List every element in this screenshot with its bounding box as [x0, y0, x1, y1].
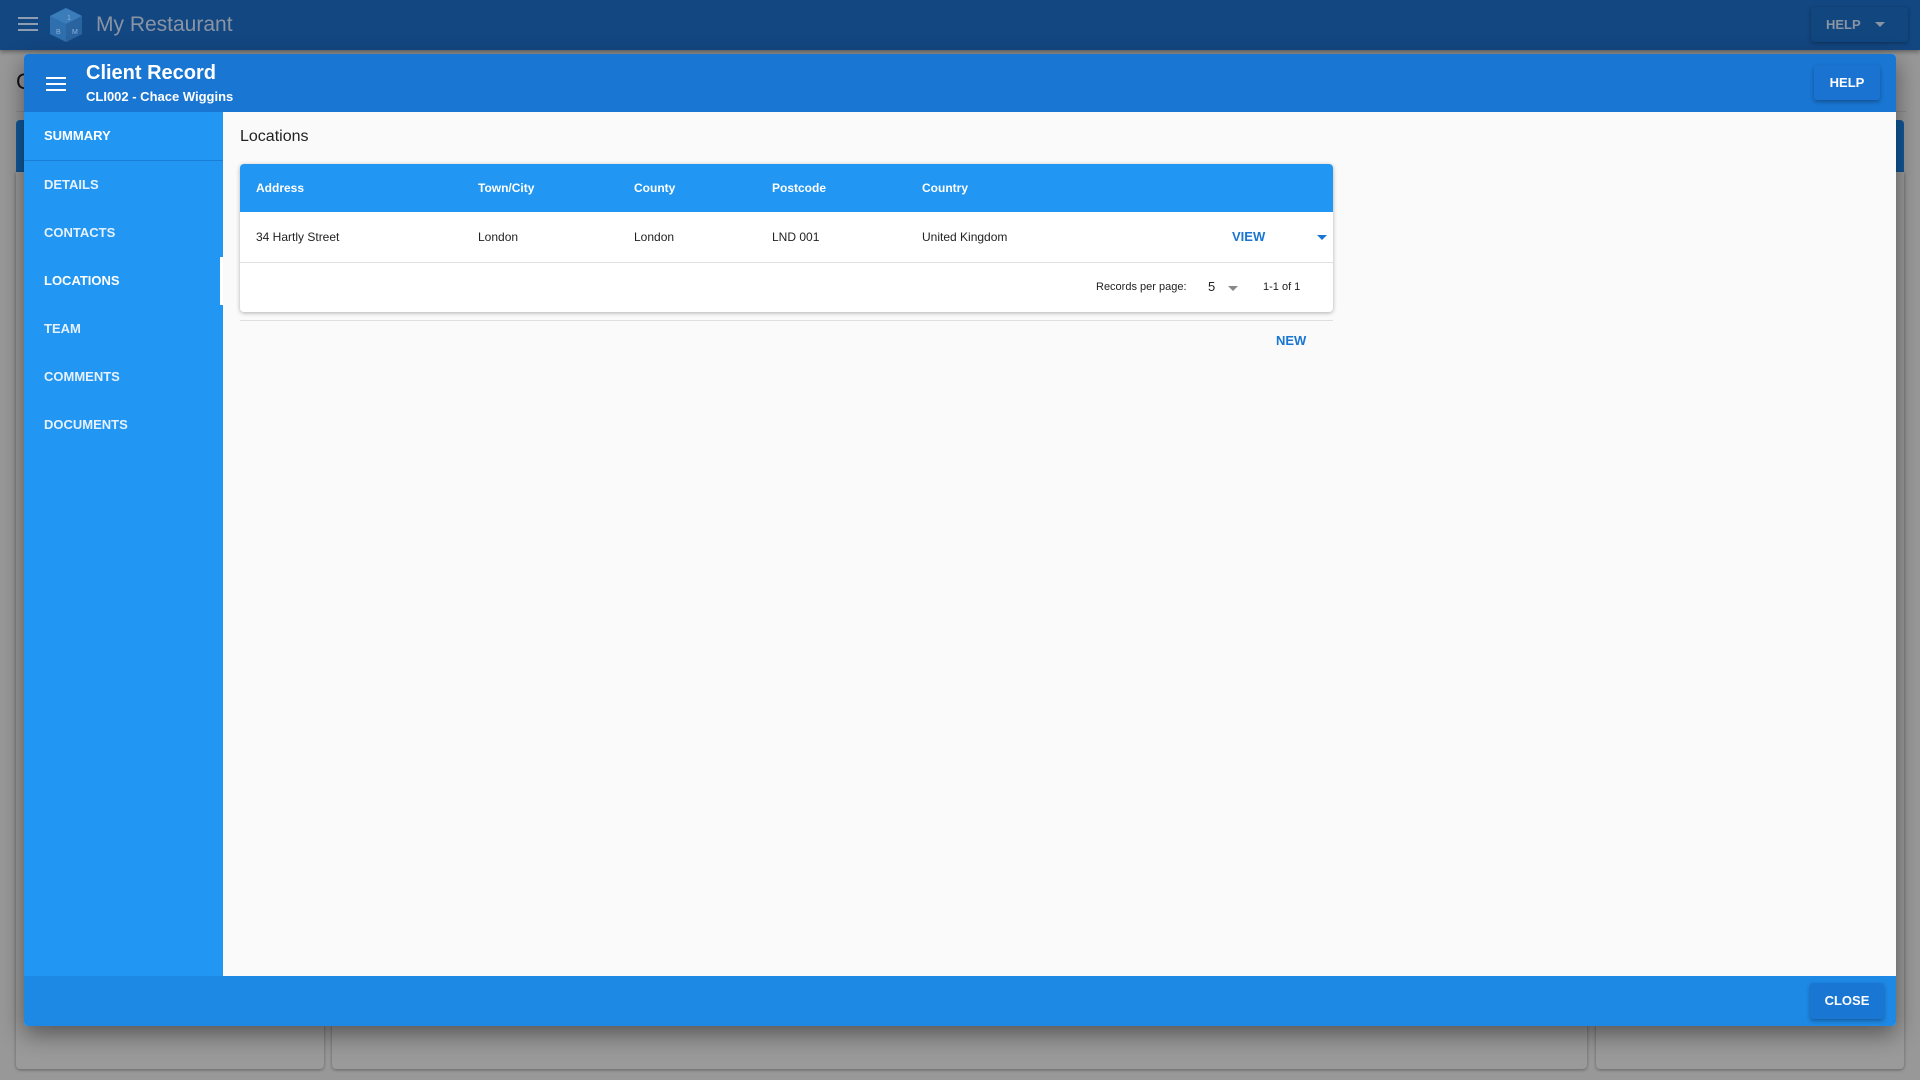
table-pagination: Records per page: 5 1-1 of 1	[240, 263, 1333, 312]
divider	[240, 320, 1333, 321]
cell-county: London	[634, 230, 675, 244]
sidebar-item-locations[interactable]: LOCATIONS	[24, 257, 223, 305]
dialog-subtitle: CLI002 - Chace Wiggins	[86, 89, 234, 104]
close-button[interactable]: CLOSE	[1810, 983, 1884, 1019]
cell-postcode: LND 001	[772, 230, 820, 244]
new-location-button[interactable]: NEW	[1276, 333, 1306, 348]
app-bar: 1 B M My Restaurant HELP	[0, 0, 1920, 50]
row-actions-dropdown-icon[interactable]	[1317, 235, 1327, 240]
column-header-county[interactable]: County	[634, 181, 675, 195]
sidebar-item-contacts[interactable]: CONTACTS	[24, 209, 223, 257]
table-header: Address Town/City County Postcode Countr…	[240, 164, 1333, 212]
cell-town: London	[478, 230, 519, 244]
dialog-footer: CLOSE	[24, 976, 1896, 1026]
cell-country: United Kingdom	[922, 230, 1008, 244]
chevron-down-icon[interactable]	[1228, 286, 1238, 291]
sidebar-item-team[interactable]: TEAM	[24, 305, 223, 353]
locations-panel: Locations Address Town/City County Postc…	[223, 112, 1896, 976]
app-title: My Restaurant	[96, 13, 233, 36]
column-header-country[interactable]: Country	[922, 181, 968, 195]
dialog-title: Client Record	[86, 62, 217, 84]
sidebar-item-details[interactable]: DETAILS	[24, 161, 223, 209]
svg-text:1: 1	[67, 15, 71, 22]
app-help-label: HELP	[1826, 17, 1861, 32]
svg-text:M: M	[72, 29, 78, 36]
dialog-menu-icon[interactable]	[46, 77, 66, 91]
column-header-town[interactable]: Town/City	[478, 181, 534, 195]
column-header-postcode[interactable]: Postcode	[772, 181, 826, 195]
app-help-button[interactable]: HELP	[1811, 7, 1908, 42]
app-menu-icon[interactable]	[18, 17, 38, 31]
section-title: Locations	[240, 128, 309, 145]
cell-address: 34 Hartly Street	[256, 230, 340, 244]
dialog-help-button[interactable]: HELP	[1814, 65, 1880, 100]
dialog-header: Client Record CLI002 - Chace Wiggins HEL…	[24, 54, 1896, 112]
sidebar-item-summary[interactable]: SUMMARY	[24, 112, 223, 161]
svg-text:B: B	[56, 29, 61, 36]
client-record-dialog: Client Record CLI002 - Chace Wiggins HEL…	[24, 54, 1896, 1026]
records-per-page-select[interactable]: 5	[1208, 279, 1215, 294]
sidebar-item-label: SUMMARY	[44, 128, 111, 143]
sidebar-item-label: DOCUMENTS	[44, 417, 128, 432]
sidebar-item-label: LOCATIONS	[44, 273, 120, 288]
sidebar-item-label: COMMENTS	[44, 369, 120, 384]
table-row[interactable]: 34 Hartly Street London London LND 001 U…	[240, 212, 1333, 263]
pagination-range: 1-1 of 1	[1263, 281, 1301, 293]
view-button[interactable]: VIEW	[1232, 229, 1265, 244]
app-logo-icon: 1 B M	[50, 8, 82, 42]
sidebar-item-label: DETAILS	[44, 177, 99, 192]
sidebar-item-label: CONTACTS	[44, 225, 116, 240]
sidebar-item-documents[interactable]: DOCUMENTS	[24, 401, 223, 449]
chevron-down-icon	[1875, 22, 1885, 27]
locations-table: Address Town/City County Postcode Countr…	[240, 164, 1333, 312]
sidebar-item-label: TEAM	[44, 321, 81, 336]
records-per-page-label: Records per page:	[1096, 281, 1187, 293]
sidebar-item-comments[interactable]: COMMENTS	[24, 353, 223, 401]
column-header-address[interactable]: Address	[256, 181, 304, 195]
dialog-sidebar: SUMMARY DETAILS CONTACTS LOCATIONS TEAM …	[24, 112, 223, 976]
